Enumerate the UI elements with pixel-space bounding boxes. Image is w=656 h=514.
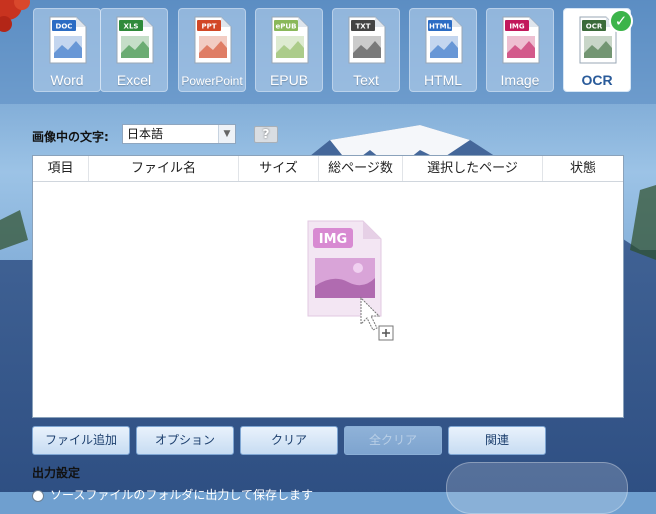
column-header-selected-pages[interactable]: 選択したページ [403, 156, 543, 181]
format-label: Text [353, 72, 379, 88]
language-select[interactable]: 日本語 ▼ [122, 124, 236, 144]
format-label: EPUB [269, 72, 309, 88]
format-button-word[interactable]: DOC Word [33, 8, 101, 92]
column-header-total-pages[interactable]: 総ページ数 [319, 156, 403, 181]
epub-file-icon: ePUB [271, 16, 309, 64]
format-button-excel[interactable]: XLS Excel [100, 8, 168, 92]
chevron-down-icon[interactable]: ▼ [218, 125, 235, 143]
format-button-image[interactable]: IMG Image [486, 8, 554, 92]
powerpoint-file-icon: PPT [194, 16, 232, 64]
output-option-text: ソースファイルのフォルダに出力して保存します [50, 488, 314, 502]
format-badge-text: DOC [56, 23, 73, 31]
table-header: 項目 ファイル名 サイズ 総ページ数 選択したページ 状態 [33, 156, 623, 182]
language-value: 日本語 [127, 127, 164, 141]
file-table[interactable]: 項目 ファイル名 サイズ 総ページ数 選択したページ 状態 IMG [32, 155, 624, 418]
format-button-epub[interactable]: ePUB EPUB [255, 8, 323, 92]
format-badge-text: TXT [356, 23, 371, 31]
language-label: 画像中の文字: [32, 130, 109, 144]
output-settings-label: 出力設定 [32, 466, 81, 480]
column-header-status[interactable]: 状態 [543, 156, 623, 181]
output-option-radio[interactable] [32, 489, 44, 502]
text-file-icon: TXT [348, 16, 386, 64]
format-label: Excel [116, 72, 152, 88]
checkmark-icon: ✓ [609, 9, 633, 33]
format-toolbar: DOC Word XLS Excel PPT PowerPoint ePUB EPUB TXT T… [0, 0, 656, 100]
format-badge-text: XLS [124, 23, 139, 31]
format-label: Word [50, 72, 84, 88]
image-file-icon: IMG [502, 16, 540, 64]
help-button[interactable]: ? [254, 126, 278, 143]
clear-button[interactable]: クリア [240, 426, 338, 455]
html-file-icon: HTML [425, 16, 463, 64]
format-badge-text: HTML [429, 23, 452, 31]
format-button-html[interactable]: HTML HTML [409, 8, 477, 92]
convert-button[interactable] [446, 462, 628, 514]
options-button[interactable]: オプション [136, 426, 234, 455]
format-label: OCR [581, 72, 613, 88]
format-badge-text: OCR [586, 23, 603, 31]
format-label: HTML [423, 72, 463, 88]
excel-file-icon: XLS [116, 16, 154, 64]
column-header-size[interactable]: サイズ [239, 156, 319, 181]
format-badge-text: ePUB [276, 23, 297, 31]
add-file-button[interactable]: ファイル追加 [32, 426, 130, 455]
output-option-row[interactable]: ソースファイルのフォルダに出力して保存します [32, 486, 314, 502]
format-label: PowerPoint [181, 74, 243, 88]
format-button-text[interactable]: TXT Text [332, 8, 400, 92]
drag-drop-image-icon: IMG [307, 220, 394, 341]
related-button[interactable]: 関連 [448, 426, 546, 455]
drop-badge-text: IMG [319, 232, 347, 247]
format-badge-text: PPT [201, 23, 216, 31]
column-header-item[interactable]: 項目 [33, 156, 89, 181]
clear-all-button[interactable]: 全クリア [344, 426, 442, 455]
format-button-ocr[interactable]: OCR OCR ✓ [563, 8, 633, 92]
word-file-icon: DOC [49, 16, 87, 64]
format-badge-text: IMG [509, 23, 525, 31]
column-header-filename[interactable]: ファイル名 [89, 156, 239, 181]
format-label: Image [500, 72, 540, 88]
format-button-powerpoint[interactable]: PPT PowerPoint [178, 8, 246, 92]
